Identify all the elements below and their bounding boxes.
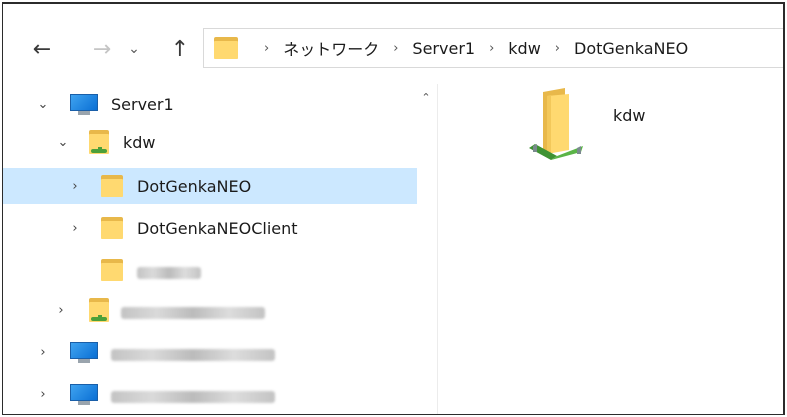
tree-item-dotgenkaneo[interactable]: › DotGenkaNEO xyxy=(3,168,417,204)
scroll-up-icon[interactable]: ⌃ xyxy=(417,88,435,106)
tree-item-label: DotGenkaNEO xyxy=(137,176,252,196)
explorer-window: ← → ⌄ ↑ › ネットワーク › Server1 › kdw › DotGe… xyxy=(2,2,785,415)
breadcrumb-separator[interactable]: › xyxy=(489,41,494,56)
forward-button[interactable]: → xyxy=(87,34,117,64)
tree-item-dotgenkaneoclient[interactable]: › DotGenkaNEOClient xyxy=(3,210,417,246)
folder-icon xyxy=(101,259,123,281)
redacted-label xyxy=(111,346,275,365)
breadcrumb-network[interactable]: ネットワーク xyxy=(283,36,379,60)
breadcrumb-separator[interactable]: › xyxy=(393,41,398,56)
navigation-bar: ← → ⌄ ↑ › ネットワーク › Server1 › kdw › DotGe… xyxy=(3,4,783,84)
folder-icon xyxy=(101,175,123,197)
up-button[interactable]: ↑ xyxy=(165,34,195,64)
tree-item-redacted-folder[interactable] xyxy=(3,252,417,288)
tree-item-redacted-share[interactable]: › xyxy=(3,292,417,328)
breadcrumb-server1[interactable]: Server1 xyxy=(412,39,475,58)
back-button[interactable]: ← xyxy=(27,34,57,64)
computer-icon xyxy=(69,382,99,406)
breadcrumb-kdw[interactable]: kdw xyxy=(508,39,541,58)
tree-item-label: Server1 xyxy=(111,94,174,114)
tree-item-label: DotGenkaNEOClient xyxy=(137,218,298,238)
computer-icon xyxy=(69,92,99,116)
chevron-down-icon[interactable]: ⌄ xyxy=(35,96,51,112)
chevron-down-icon[interactable]: ⌄ xyxy=(55,134,71,150)
list-item-kdw[interactable]: kdw xyxy=(521,84,701,174)
chevron-right-icon[interactable]: › xyxy=(67,178,83,194)
folder-icon xyxy=(101,217,123,239)
tree-item-server1[interactable]: ⌄ Server1 xyxy=(3,86,417,122)
navigation-pane: ⌄ Server1 ⌄ kdw › DotGenkaNEO › DotGenka… xyxy=(3,84,423,414)
shared-folder-icon xyxy=(529,88,583,160)
computer-icon xyxy=(69,340,99,364)
tree-item-label: kdw xyxy=(123,132,156,152)
recent-locations-button[interactable]: ⌄ xyxy=(121,34,147,64)
content-pane: kdw xyxy=(439,84,783,414)
chevron-down-icon: ⌄ xyxy=(128,41,140,57)
tree-item-redacted-computer[interactable]: › xyxy=(3,376,417,412)
chevron-right-icon[interactable]: › xyxy=(35,386,51,402)
address-bar[interactable]: › ネットワーク › Server1 › kdw › DotGenkaNEO xyxy=(203,28,783,68)
list-item-label: kdw xyxy=(613,106,646,125)
breadcrumb-dotgenkaneo[interactable]: DotGenkaNEO xyxy=(574,39,688,58)
forward-arrow-icon: → xyxy=(92,36,112,62)
pane-divider[interactable] xyxy=(437,84,438,414)
up-arrow-icon: ↑ xyxy=(170,36,190,62)
folder-icon xyxy=(214,37,238,59)
redacted-label xyxy=(137,264,201,283)
redacted-label xyxy=(121,304,265,323)
navigation-pane-scrollbar[interactable]: ⌃ xyxy=(417,84,435,414)
chevron-right-icon[interactable]: › xyxy=(67,220,83,236)
back-arrow-icon: ← xyxy=(32,36,52,62)
tree-item-kdw[interactable]: ⌄ kdw xyxy=(3,124,417,160)
shared-folder-icon xyxy=(89,298,109,322)
redacted-label xyxy=(111,388,275,407)
shared-folder-icon xyxy=(89,130,109,154)
breadcrumb-separator[interactable]: › xyxy=(264,41,269,56)
tree-item-redacted-computer[interactable]: › xyxy=(3,334,417,370)
chevron-right-icon[interactable]: › xyxy=(35,344,51,360)
breadcrumb-separator[interactable]: › xyxy=(555,41,560,56)
chevron-right-icon[interactable]: › xyxy=(53,302,69,318)
